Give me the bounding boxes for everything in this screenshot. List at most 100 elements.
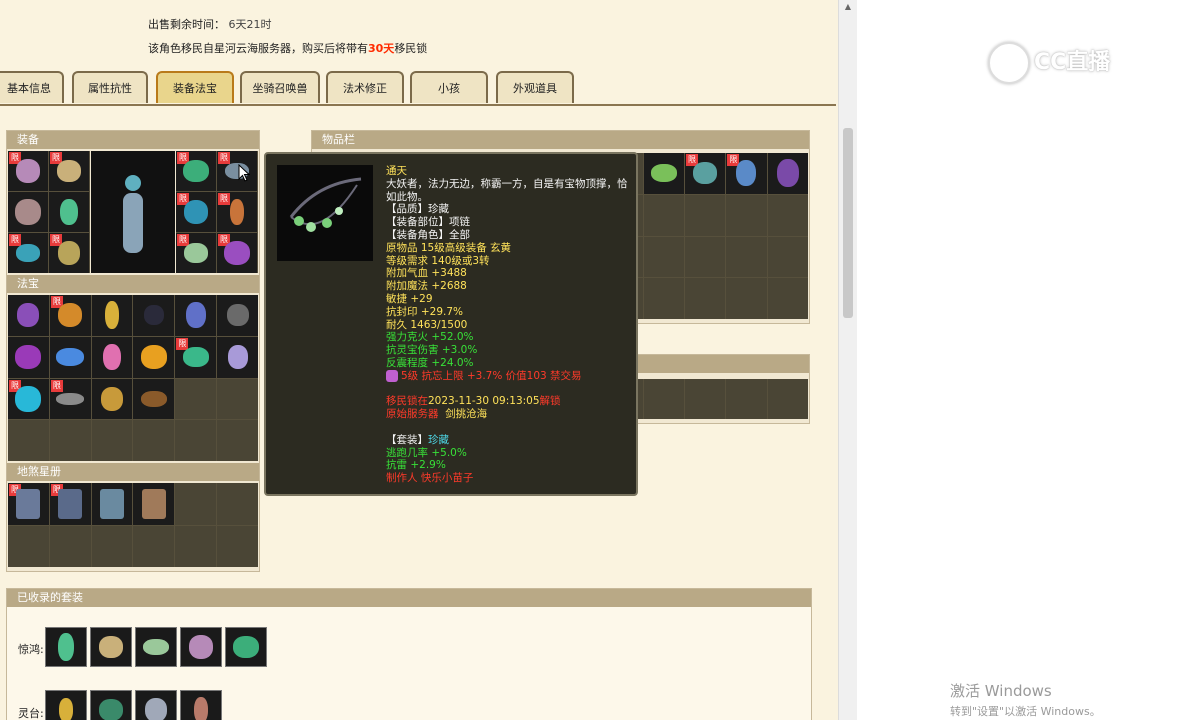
storage-slot[interactable] bbox=[643, 379, 684, 419]
treasure-slot[interactable]: 限 bbox=[49, 378, 91, 420]
equip-slot[interactable] bbox=[49, 192, 89, 232]
golden-fan-icon bbox=[140, 345, 167, 370]
item-name: 通天 bbox=[386, 165, 407, 177]
blank-pane bbox=[857, 0, 1180, 720]
equipment-left-slots: 限 限 限 限 bbox=[8, 151, 90, 273]
treasure-slot[interactable] bbox=[49, 336, 91, 378]
equip-slot[interactable]: 限 bbox=[8, 233, 48, 273]
equip-slot[interactable]: 限 bbox=[217, 233, 257, 273]
scroll-up-icon[interactable]: ▲ bbox=[839, 0, 857, 14]
restricted-badge: 限 bbox=[218, 152, 230, 164]
inventory-slot[interactable] bbox=[643, 236, 684, 278]
star-card-slot[interactable] bbox=[133, 483, 175, 525]
tab-children[interactable]: 小孩 bbox=[410, 71, 488, 103]
equip-slot[interactable]: 限 bbox=[49, 233, 89, 273]
inventory-slot[interactable] bbox=[684, 278, 726, 319]
tab-attributes[interactable]: 属性抗性 bbox=[72, 71, 148, 103]
tab-mounts-summons[interactable]: 坐骑召唤兽 bbox=[240, 71, 320, 103]
set-item[interactable] bbox=[135, 627, 177, 667]
treasure-slot[interactable]: 限 bbox=[8, 378, 49, 420]
tab-appearance[interactable]: 外观道具 bbox=[496, 71, 574, 103]
set-item[interactable] bbox=[180, 690, 222, 720]
trade-detail-page: 出售剩余时间： 6天21时 该角色移民自星河云海服务器，购买后将带有30天移民锁… bbox=[0, 0, 838, 720]
activation-subtitle: 转到"设置"以激活 Windows。 bbox=[950, 705, 1101, 718]
inventory-slot[interactable] bbox=[643, 194, 684, 236]
set-item[interactable] bbox=[225, 627, 267, 667]
item-set-name: 珍藏 bbox=[428, 433, 449, 446]
set-item[interactable] bbox=[135, 690, 177, 720]
inventory-slot[interactable] bbox=[726, 278, 767, 319]
helmet-icon bbox=[57, 160, 81, 182]
equip-slot[interactable]: 限 bbox=[176, 151, 216, 191]
treasure-slot[interactable] bbox=[133, 378, 175, 420]
equip-slot[interactable]: 限 bbox=[176, 192, 216, 232]
item-description: 大妖者，法力无边，称霸一方，自是有宝物顶撑，恰如此物。 bbox=[386, 177, 628, 203]
blue-scroll-icon bbox=[56, 348, 85, 367]
warrior-card-icon bbox=[16, 488, 41, 519]
jade-wing-icon bbox=[182, 347, 209, 368]
inventory-slot[interactable] bbox=[643, 153, 684, 194]
item-fire-bonus: 强力克火 +52.0% bbox=[386, 331, 474, 344]
tab-basic-info[interactable]: 基本信息 bbox=[0, 71, 64, 103]
equip-slot[interactable]: 限 bbox=[217, 192, 257, 232]
page-scrollbar[interactable]: ▲ bbox=[838, 0, 857, 720]
treasure-slot[interactable] bbox=[8, 336, 49, 378]
equip-slot[interactable]: 限 bbox=[217, 151, 257, 191]
boots-icon bbox=[58, 241, 80, 265]
star-card-slot[interactable]: 限 bbox=[8, 483, 49, 525]
treasure-slot[interactable]: 限 bbox=[175, 336, 217, 378]
treasure-slot[interactable] bbox=[175, 295, 217, 336]
treasure-slot[interactable] bbox=[91, 295, 133, 336]
necklace-icon bbox=[289, 177, 362, 232]
equip-slot[interactable]: 限 bbox=[176, 233, 216, 273]
inventory-title: 物品栏 bbox=[312, 131, 809, 149]
set-item[interactable] bbox=[45, 627, 87, 667]
set-item[interactable] bbox=[180, 627, 222, 667]
star-card-slot-empty bbox=[91, 525, 133, 567]
treasure-slot[interactable] bbox=[217, 295, 258, 336]
set-item[interactable] bbox=[90, 627, 132, 667]
star-card-slot[interactable]: 限 bbox=[49, 483, 91, 525]
wooden-club-icon bbox=[140, 390, 167, 407]
treasure-slot[interactable] bbox=[133, 336, 175, 378]
equip-slot[interactable] bbox=[8, 192, 48, 232]
inventory-slot[interactable] bbox=[726, 194, 767, 236]
inventory-slot[interactable] bbox=[684, 236, 726, 278]
star-card-slot[interactable] bbox=[91, 483, 133, 525]
inventory-slot[interactable] bbox=[767, 278, 808, 319]
item-set-line: 【套装】珍藏 bbox=[386, 434, 630, 447]
star-book-title: 地煞星册 bbox=[7, 463, 259, 481]
inventory-slot[interactable] bbox=[684, 194, 726, 236]
activation-title: 激活 Windows bbox=[950, 682, 1052, 700]
bracelet-icon bbox=[184, 243, 208, 263]
storage-slot[interactable] bbox=[684, 379, 726, 419]
treasure-slot[interactable] bbox=[217, 336, 258, 378]
inventory-slot[interactable] bbox=[767, 194, 808, 236]
storage-slot[interactable] bbox=[767, 379, 808, 419]
tab-spell-mods[interactable]: 法术修正 bbox=[326, 71, 404, 103]
equip-slot[interactable]: 限 bbox=[8, 151, 48, 191]
treasure-slot[interactable] bbox=[91, 378, 133, 420]
star-card-slot-empty bbox=[175, 525, 217, 567]
set-item[interactable] bbox=[90, 690, 132, 720]
treasure-slot[interactable] bbox=[133, 295, 175, 336]
restricted-badge: 限 bbox=[50, 379, 63, 392]
storage-slot[interactable] bbox=[726, 379, 767, 419]
inventory-slot[interactable] bbox=[726, 236, 767, 278]
inventory-slot[interactable] bbox=[767, 236, 808, 278]
tab-equipment[interactable]: 装备法宝 bbox=[156, 71, 234, 103]
equip-slot[interactable]: 限 bbox=[49, 151, 89, 191]
scrollbar-thumb[interactable] bbox=[843, 128, 853, 318]
treasure-slot[interactable] bbox=[8, 295, 49, 336]
item-preview-image bbox=[277, 165, 373, 261]
treasure-slot[interactable] bbox=[91, 336, 133, 378]
inventory-slot[interactable]: 限 bbox=[684, 153, 726, 194]
inventory-slot[interactable]: 限 bbox=[726, 153, 767, 194]
set-item[interactable] bbox=[45, 690, 87, 720]
armor-icon bbox=[60, 199, 78, 225]
inventory-slot[interactable] bbox=[767, 153, 808, 194]
treasure-slot[interactable]: 限 bbox=[49, 295, 91, 336]
inventory-slot[interactable] bbox=[643, 278, 684, 319]
item-slot: 【装备部位】项链 bbox=[386, 216, 470, 229]
